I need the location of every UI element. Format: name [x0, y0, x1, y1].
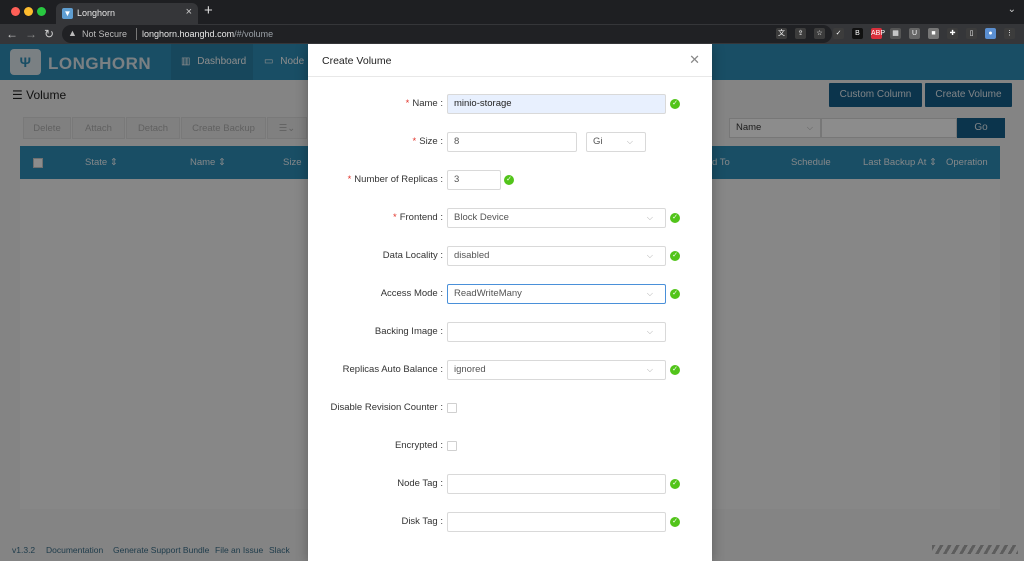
translate-icon[interactable]: 文 [776, 28, 787, 39]
chevron-down-icon: ⌵ [646, 213, 653, 222]
disk-tag-select[interactable] [447, 512, 666, 532]
disable-revision-counter-label: Disable Revision Counter : [330, 402, 443, 413]
frontend-label: * Frontend : [392, 212, 443, 223]
abp-icon[interactable]: ABP [871, 28, 885, 39]
field-replicas-auto-balance: Replicas Auto Balance : ignored ⌵ ✓ [308, 360, 712, 380]
valid-check-icon: ✓ [670, 99, 680, 109]
valid-check-icon: ✓ [504, 175, 514, 185]
field-size: * Size : 8 Gi ⌵ [308, 132, 712, 152]
valid-check-icon: ✓ [670, 479, 680, 489]
name-label: * Name : [405, 98, 443, 109]
field-backing-image: Backing Image : ⌵ [308, 322, 712, 342]
frontend-select[interactable]: Block Device ⌵ [447, 208, 666, 228]
field-node-tag: Node Tag : ✓ [308, 474, 712, 494]
puzzle-icon[interactable]: ✚ [947, 28, 958, 39]
ext-square-icon[interactable]: ■ [928, 28, 939, 39]
warning-icon: ▲ [68, 28, 77, 38]
field-disable-revision-counter: Disable Revision Counter : [308, 398, 712, 418]
size-input[interactable]: 8 [447, 132, 577, 152]
reload-icon[interactable]: ↻ [44, 26, 54, 42]
size-unit-select[interactable]: Gi ⌵ [586, 132, 646, 152]
field-frontend: * Frontend : Block Device ⌵ ✓ [308, 208, 712, 228]
replicas-auto-balance-label: Replicas Auto Balance : [342, 364, 443, 375]
chevron-down-icon: ⌵ [646, 251, 653, 260]
check-ext-icon[interactable]: ✓ [833, 28, 844, 39]
close-tab-icon[interactable]: × [186, 6, 192, 18]
create-volume-modal: Create Volume ✕ * Name : minio-storage ✓ … [308, 44, 712, 561]
field-disk-tag: Disk Tag : ✓ [308, 512, 712, 532]
chevron-down-icon: ⌵ [626, 137, 633, 146]
shield-ext-icon[interactable]: U [909, 28, 920, 39]
modal-title: Create Volume [322, 55, 392, 67]
share-icon[interactable]: ⇪ [795, 28, 806, 39]
name-input[interactable]: minio-storage [447, 94, 666, 114]
sidebar-icon[interactable]: ▯ [966, 28, 977, 39]
menu-dots-icon[interactable]: ⋮ [1004, 28, 1015, 39]
disable-revision-counter-checkbox[interactable] [447, 403, 457, 413]
valid-check-icon: ✓ [670, 517, 680, 527]
tab-title: Longhorn [77, 8, 116, 18]
access-mode-select[interactable]: ReadWriteMany ⌵ [447, 284, 666, 304]
tab-search-chevron-icon[interactable]: ⌄ [1008, 4, 1016, 15]
node-tag-label: Node Tag : [397, 478, 443, 489]
encrypted-checkbox[interactable] [447, 441, 457, 451]
modal-divider [308, 76, 712, 77]
new-tab-icon[interactable]: + [204, 3, 213, 19]
access-mode-label: Access Mode : [380, 288, 443, 299]
longhorn-favicon-icon: ▼ [62, 8, 73, 19]
backing-image-select[interactable]: ⌵ [447, 322, 666, 342]
longhorn-page: Ψ LONGHORN ▥ Dashboard ▭ Node ☰ Volume C… [0, 44, 1024, 561]
close-window-button[interactable] [11, 7, 20, 16]
replicas-auto-balance-select[interactable]: ignored ⌵ [447, 360, 666, 380]
ext-b-icon[interactable]: B [852, 28, 863, 39]
data-locality-select[interactable]: disabled ⌵ [447, 246, 666, 266]
address-bar[interactable]: ▲ Not Secure longhorn.hoanghd.com/#/volu… [62, 25, 832, 43]
minimize-window-button[interactable] [24, 7, 33, 16]
field-access-mode: Access Mode : ReadWriteMany ⌵ ✓ [308, 284, 712, 304]
browser-toolbar: ← → ↻ ▲ Not Secure longhorn.hoanghd.com/… [0, 24, 1024, 44]
url-text: longhorn.hoanghd.com/#/volume [142, 29, 274, 39]
valid-check-icon: ✓ [670, 365, 680, 375]
chevron-down-icon: ⌵ [646, 365, 653, 374]
address-separator [136, 28, 137, 40]
encrypted-label: Encrypted : [394, 440, 443, 451]
disk-tag-label: Disk Tag : [401, 516, 443, 527]
forward-arrow-icon[interactable]: → [25, 26, 37, 42]
valid-check-icon: ✓ [670, 213, 680, 223]
maximize-window-button[interactable] [37, 7, 46, 16]
data-locality-label: Data Locality : [382, 250, 443, 261]
not-secure-label: Not Secure [82, 29, 128, 39]
chevron-down-icon: ⌵ [646, 289, 653, 298]
backing-image-label: Backing Image : [374, 326, 443, 337]
profile-avatar-icon[interactable]: ● [985, 28, 996, 39]
close-icon[interactable]: ✕ [689, 52, 700, 68]
field-replicas: * Number of Replicas : 3 ✓ [308, 170, 712, 190]
chevron-down-icon: ⌵ [646, 327, 653, 336]
field-name: * Name : minio-storage ✓ [308, 94, 712, 114]
ext-grid-icon[interactable]: ▦ [890, 28, 901, 39]
field-data-locality: Data Locality : disabled ⌵ ✓ [308, 246, 712, 266]
back-arrow-icon[interactable]: ← [6, 26, 18, 42]
replicas-label: * Number of Replicas : [347, 174, 443, 185]
browser-tab-bar: ▼ Longhorn × + ⌄ [0, 0, 1024, 24]
field-encrypted: Encrypted : [308, 436, 712, 456]
valid-check-icon: ✓ [670, 251, 680, 261]
size-label: * Size : [412, 136, 443, 147]
node-tag-select[interactable] [447, 474, 666, 494]
valid-check-icon: ✓ [670, 289, 680, 299]
replicas-input[interactable]: 3 [447, 170, 501, 190]
star-icon[interactable]: ☆ [814, 28, 825, 39]
browser-tab[interactable]: ▼ Longhorn × [56, 3, 198, 24]
